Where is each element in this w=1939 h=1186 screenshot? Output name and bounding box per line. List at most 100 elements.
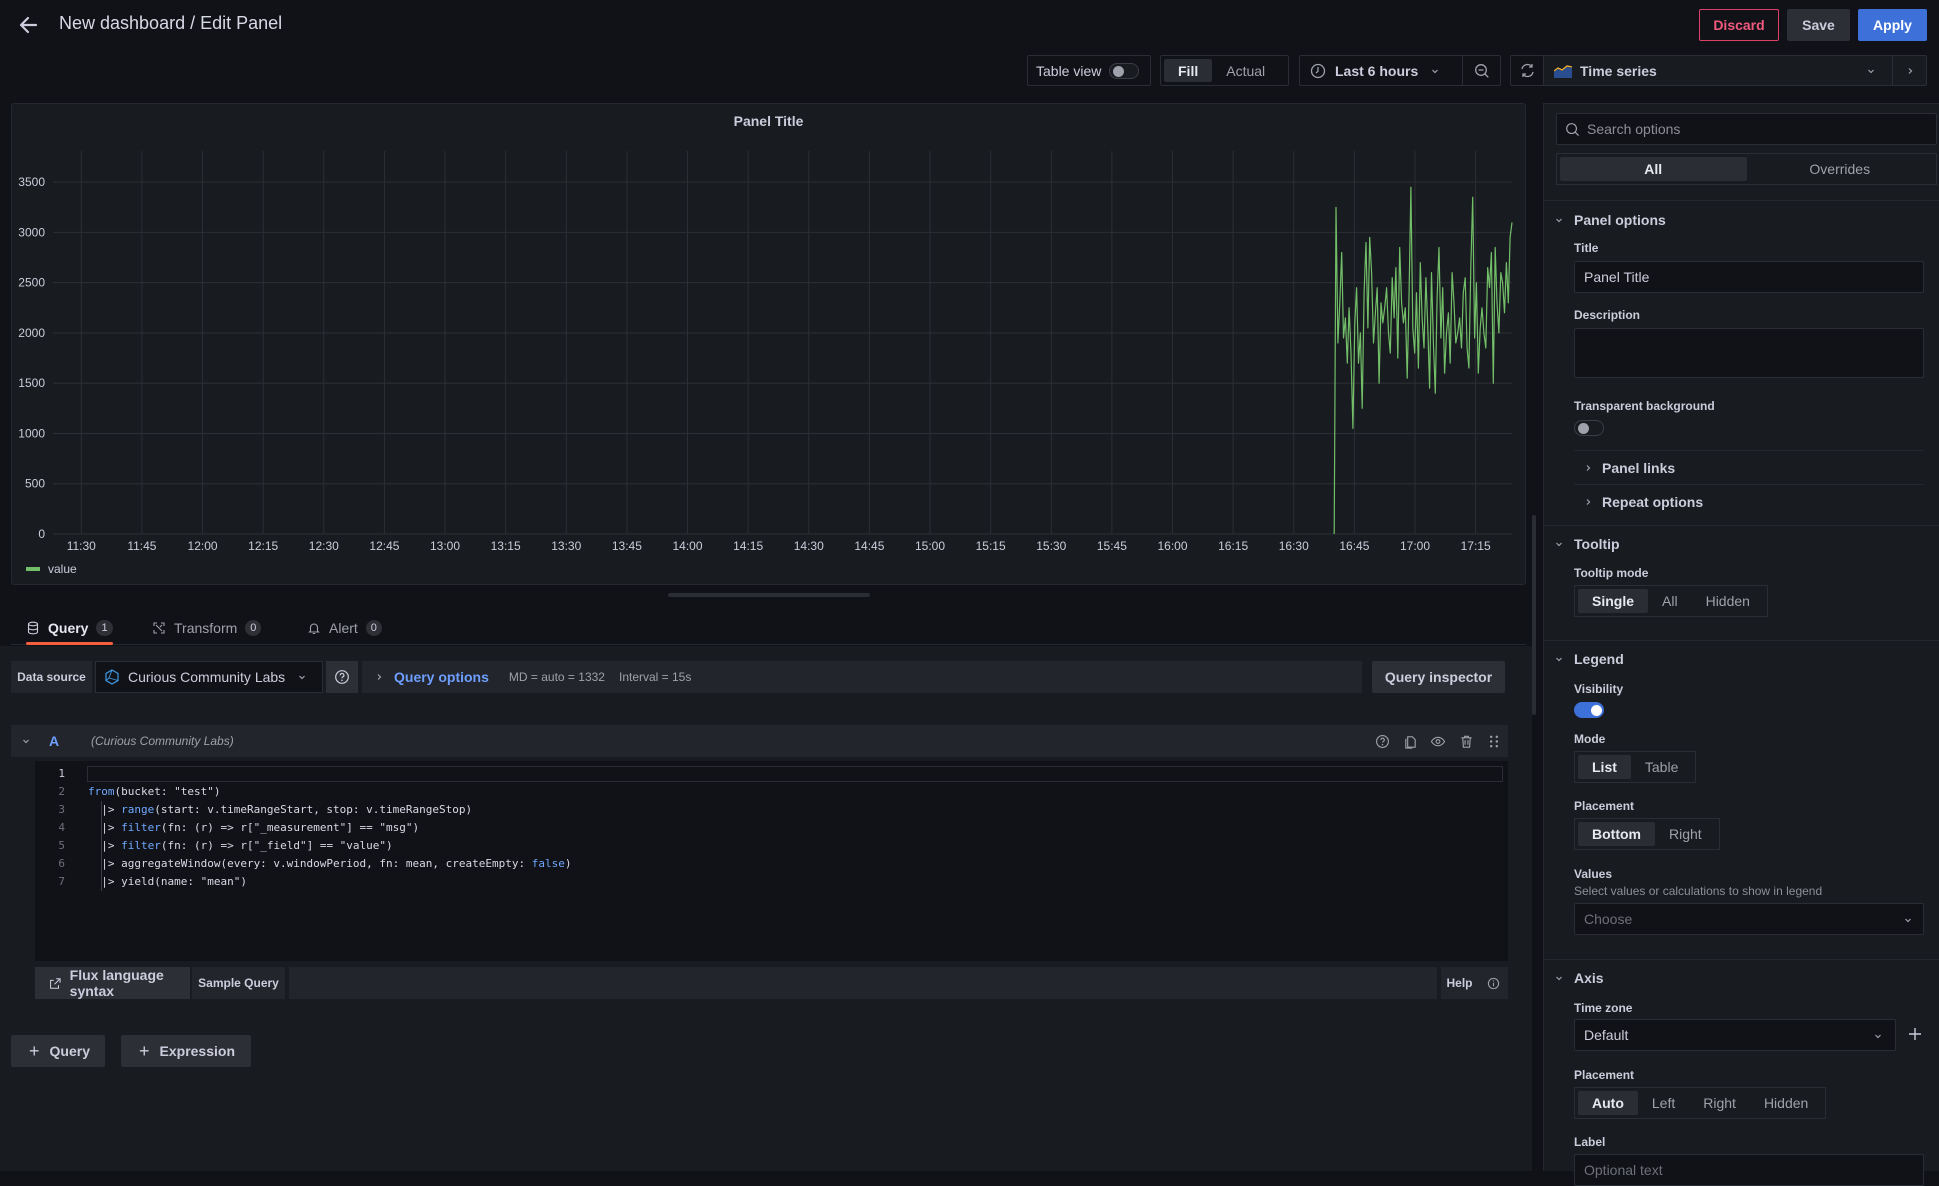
panel-links-section[interactable]: Panel links — [1574, 452, 1924, 484]
transparent-background-toggle[interactable] — [1574, 420, 1604, 436]
apply-button[interactable]: Apply — [1858, 9, 1927, 41]
info-circle-icon — [1487, 977, 1499, 989]
description-textarea[interactable] — [1574, 328, 1924, 378]
tooltip-mode-single[interactable]: Single — [1578, 589, 1649, 613]
visualization-picker[interactable]: Time series — [1543, 55, 1927, 86]
code-line-7: 7 |> yield(name: "mean") — [58, 875, 247, 888]
chevron-down-icon — [1905, 918, 1911, 923]
divider — [1544, 200, 1939, 201]
section-tooltip[interactable]: Tooltip — [1544, 532, 1939, 556]
x-tick-label: 14:00 — [673, 539, 703, 553]
tab-query[interactable]: Query 1 — [26, 612, 113, 645]
x-tick-label: 14:45 — [854, 539, 884, 553]
section-panel-options[interactable]: Panel options — [1544, 208, 1939, 232]
collapse-query-button[interactable] — [11, 736, 41, 746]
tab-alert[interactable]: Alert 0 — [307, 612, 382, 644]
add-query-button[interactable]: + Query — [11, 1035, 105, 1067]
time-range-picker[interactable]: Last 6 hours — [1299, 55, 1501, 86]
save-button[interactable]: Save — [1787, 9, 1850, 41]
x-tick-label: 12:15 — [248, 539, 278, 553]
query-inspector-button[interactable]: Query inspector — [1372, 661, 1505, 693]
help-info-button[interactable] — [1478, 967, 1508, 999]
question-circle-icon — [335, 670, 349, 684]
code-line-2: 2 from(bucket: "test") — [58, 785, 221, 798]
actual-option[interactable]: Actual — [1212, 59, 1279, 82]
query-data-source: (Curious Community Labs) — [91, 734, 234, 748]
axis-placement-left[interactable]: Left — [1638, 1091, 1689, 1115]
query-help-button[interactable] — [1368, 734, 1396, 749]
axis-label-label: Label — [1574, 1135, 1606, 1149]
search-icon — [1566, 122, 1580, 136]
legend-visibility-toggle[interactable] — [1574, 702, 1604, 718]
divider — [1544, 959, 1939, 960]
axis-placement-auto[interactable]: Auto — [1578, 1091, 1638, 1115]
editor-scrollbar[interactable] — [1532, 515, 1536, 715]
time-range-label: Last 6 hours — [1335, 62, 1419, 79]
sample-query-button[interactable]: Sample Query — [192, 967, 285, 999]
x-tick-label: 16:30 — [1279, 539, 1309, 553]
help-button[interactable]: Help — [1441, 967, 1478, 999]
delete-query-button[interactable] — [1452, 734, 1480, 749]
y-tick-label: 1000 — [18, 426, 45, 440]
drag-query-handle[interactable] — [1480, 734, 1508, 749]
influxdb-icon — [105, 669, 119, 685]
section-legend[interactable]: Legend — [1544, 647, 1939, 671]
code-line-5: 5 |> filter(fn: (r) => r["_field"] == "v… — [58, 839, 393, 852]
table-view-toggle[interactable]: Table view — [1027, 55, 1151, 86]
legend-placement-label: Placement — [1574, 799, 1635, 813]
section-axis[interactable]: Axis — [1544, 966, 1939, 990]
zoom-out-button[interactable] — [1462, 56, 1500, 85]
repeat-options-section[interactable]: Repeat options — [1574, 486, 1924, 518]
x-tick-label: 13:15 — [491, 539, 521, 553]
table-view-switch[interactable] — [1109, 62, 1140, 79]
tooltip-mode-label: Tooltip mode — [1574, 566, 1649, 580]
axis-placement-hidden[interactable]: Hidden — [1750, 1091, 1822, 1115]
hide-query-button[interactable] — [1424, 734, 1452, 749]
data-source-help-button[interactable] — [326, 661, 358, 693]
collapse-options-button[interactable] — [1892, 56, 1926, 85]
x-tick-label: 16:45 — [1339, 539, 1369, 553]
query-options-link[interactable]: Query options — [394, 669, 489, 685]
legend-mode-radio: List Table — [1574, 751, 1697, 783]
code-line-4: 4 |> filter(fn: (r) => r["_measurement"]… — [58, 821, 420, 834]
legend-placement-bottom[interactable]: Bottom — [1578, 822, 1655, 846]
clock-icon — [1310, 63, 1326, 78]
timezone-label: Time zone — [1574, 1001, 1633, 1015]
tab-overrides[interactable]: Overrides — [1747, 157, 1934, 181]
x-tick-label: 16:00 — [1157, 539, 1187, 553]
fit-mode-radio: Fill Actual — [1160, 55, 1289, 86]
back-button[interactable] — [16, 12, 42, 38]
query-name[interactable]: A — [41, 733, 77, 749]
fill-option[interactable]: Fill — [1164, 59, 1213, 82]
flux-syntax-link[interactable]: Flux language syntax — [35, 967, 190, 999]
tab-transform-count: 0 — [245, 620, 262, 636]
external-link-icon — [50, 977, 61, 989]
legend-mode-table[interactable]: Table — [1631, 755, 1692, 779]
x-tick-label: 15:45 — [1097, 539, 1127, 553]
refresh-button[interactable] — [1510, 55, 1545, 86]
timezone-select[interactable]: Default — [1574, 1019, 1896, 1051]
x-tick-label: 12:00 — [188, 539, 218, 553]
query-options-bar[interactable]: Query options MD = auto = 1332 Interval … — [362, 661, 1362, 693]
chevron-down-icon — [23, 739, 29, 744]
legend-item[interactable]: value — [26, 562, 77, 576]
add-expression-button[interactable]: + Expression — [121, 1035, 251, 1067]
data-source-picker[interactable]: Curious Community Labs — [95, 661, 323, 693]
add-timezone-button[interactable] — [1907, 1026, 1923, 1042]
panel-resize-handle[interactable] — [668, 593, 870, 597]
axis-label-input[interactable]: Optional text — [1574, 1154, 1924, 1186]
flux-code-editor[interactable]: 1 2 from(bucket: "test") 3 |> range(start… — [35, 761, 1508, 961]
legend-values-select[interactable]: Choose — [1574, 903, 1924, 935]
duplicate-query-button[interactable] — [1396, 734, 1424, 749]
legend-mode-list[interactable]: List — [1578, 755, 1631, 779]
legend-placement-right[interactable]: Right — [1655, 822, 1716, 846]
tooltip-mode-hidden[interactable]: Hidden — [1692, 589, 1764, 613]
tooltip-mode-all[interactable]: All — [1648, 589, 1692, 613]
search-options-input[interactable]: Search options — [1556, 113, 1937, 145]
tab-transform[interactable]: Transform 0 — [152, 612, 262, 644]
tab-all[interactable]: All — [1560, 157, 1747, 181]
title-input[interactable]: Panel Title — [1574, 261, 1924, 293]
discard-button[interactable]: Discard — [1699, 9, 1779, 41]
time-series-chart[interactable]: 0 500 1000 1500 2000 2500 3000 3500 11:30 11:45 12… — [12, 104, 1527, 586]
axis-placement-right[interactable]: Right — [1689, 1091, 1750, 1115]
